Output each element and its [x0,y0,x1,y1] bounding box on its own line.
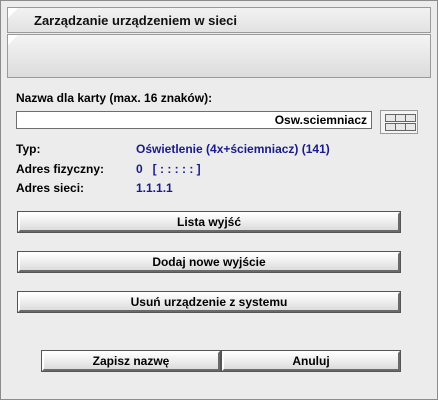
dialog-window: Zarządzanie urządzeniem w sieci [0,0,438,400]
info-banner [7,34,431,78]
type-label: Typ: [16,142,41,156]
name-input[interactable] [16,111,372,129]
title-bar: Zarządzanie urządzeniem w sieci [7,7,431,33]
corner-decoration [8,35,18,45]
name-label: Nazwa dla karty (max. 16 znaków): [16,91,213,105]
add-output-button[interactable]: Dodaj nowe wyjście [17,251,401,273]
network-address-label: Adres sieci: [16,181,85,195]
keyboard-button[interactable] [380,110,418,134]
physical-address-label: Adres fizyczny: [16,162,105,176]
type-value: Oświetlenie (4x+ściemniacz) (141) [136,142,330,156]
list-outputs-button[interactable]: Lista wyjść [17,211,401,233]
network-address-value: 1.1.1.1 [136,181,173,195]
cancel-button[interactable]: Anuluj [221,350,401,372]
remove-device-button[interactable]: Usuń urządzenie z systemu [17,291,401,313]
corner-decoration [8,8,18,18]
window-title: Zarządzanie urządzeniem w sieci [34,13,238,28]
physical-address-value: 0 [ : : : : : ] [136,162,201,176]
save-name-button[interactable]: Zapisz nazwę [41,350,221,372]
